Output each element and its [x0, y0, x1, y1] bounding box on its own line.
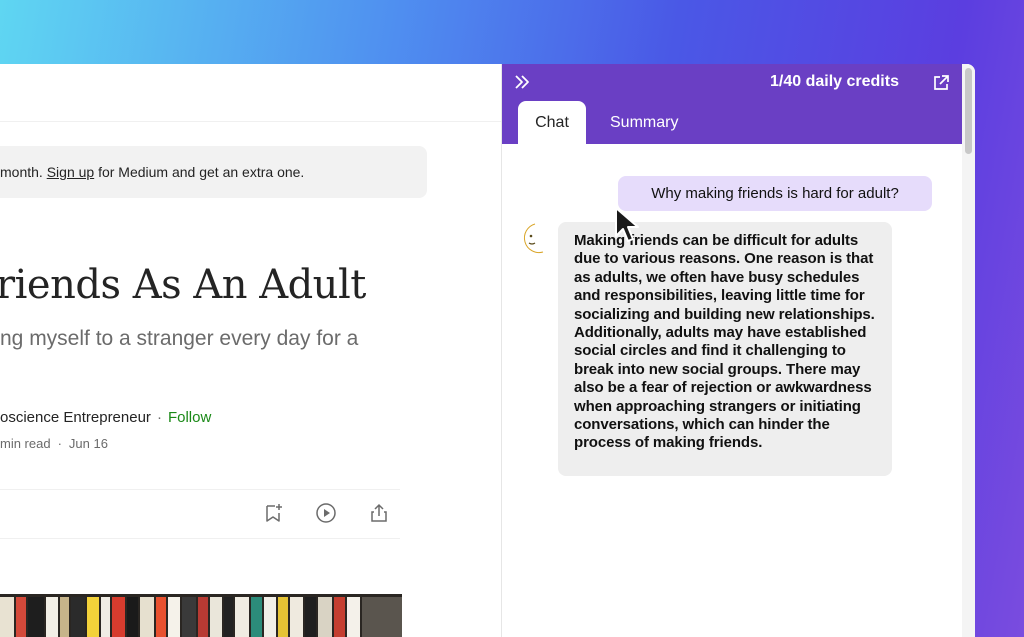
tab-summary[interactable]: Summary: [610, 101, 678, 144]
action-bar-divider: [0, 489, 400, 490]
separator-dot: ·: [57, 436, 62, 451]
author-row: oscience Entrepreneur · Follow: [0, 409, 211, 426]
play-icon[interactable]: [315, 502, 337, 524]
banner-text-prefix: month.: [0, 164, 47, 180]
sign-up-link[interactable]: Sign up: [47, 164, 94, 180]
article-subtitle: ng myself to a stranger every day for a: [0, 327, 359, 350]
moon-avatar-icon: [523, 223, 544, 254]
share-icon[interactable]: [368, 502, 390, 524]
article-hero-image: [0, 594, 402, 637]
user-message: Why making friends is hard for adult?: [618, 176, 932, 211]
publish-date: Jun 16: [68, 436, 108, 451]
open-external-icon[interactable]: [931, 73, 951, 93]
membership-banner: month. Sign up for Medium and get an ext…: [0, 146, 427, 198]
separator-dot: ·: [156, 409, 162, 426]
action-bar-divider: [0, 538, 400, 539]
article-meta: min read · Jun 16: [0, 436, 108, 451]
header-divider: [0, 121, 503, 122]
banner-text-suffix: for Medium and get an extra one.: [94, 164, 305, 180]
collapse-panel-icon[interactable]: [512, 72, 532, 92]
tab-chat[interactable]: Chat: [518, 101, 586, 144]
assistant-message: Making friends can be difficult for adul…: [558, 222, 892, 476]
bookmark-add-icon[interactable]: [262, 502, 284, 524]
author-name[interactable]: oscience Entrepreneur: [0, 409, 151, 426]
article-page: month. Sign up for Medium and get an ext…: [0, 64, 503, 637]
daily-credits-counter: 1/40 daily credits: [770, 73, 899, 90]
panel-header: 1/40 daily credits Chat Summary: [502, 64, 962, 144]
assistant-panel: 1/40 daily credits Chat Summary Why maki…: [502, 64, 975, 637]
follow-button[interactable]: Follow: [168, 409, 211, 426]
scrollbar-thumb[interactable]: [965, 68, 972, 154]
mouse-cursor-icon: [615, 207, 639, 242]
read-time: min read: [0, 436, 51, 451]
article-title: riends As An Adult: [0, 262, 366, 308]
